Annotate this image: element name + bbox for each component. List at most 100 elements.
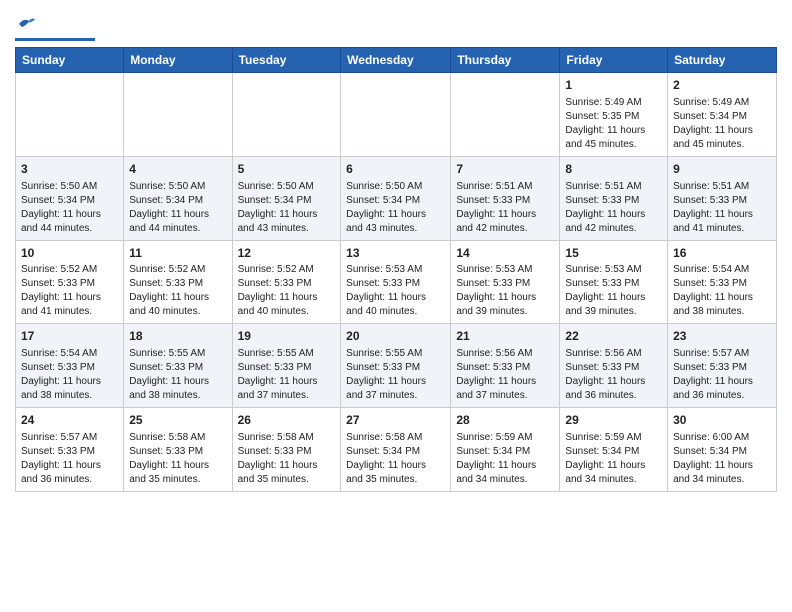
cell-content: Daylight: 11 hours and 36 minutes. (565, 375, 662, 403)
cell-content: Sunset: 5:33 PM (346, 277, 445, 291)
cell-content: Sunrise: 5:53 AM (565, 263, 662, 277)
cell-content: Daylight: 11 hours and 37 minutes. (456, 375, 554, 403)
weekday-header: Friday (560, 48, 668, 73)
cell-content: Sunset: 5:33 PM (673, 361, 771, 375)
calendar-cell (451, 73, 560, 157)
logo-underline (15, 38, 95, 41)
calendar-cell: 23 Sunrise: 5:57 AMSunset: 5:33 PMDayligh… (668, 324, 777, 408)
cell-content: Sunset: 5:33 PM (346, 361, 445, 375)
day-number: 25 (129, 412, 226, 429)
cell-content: Sunrise: 5:51 AM (565, 180, 662, 194)
cell-content: Sunset: 5:33 PM (565, 194, 662, 208)
calendar-cell: 29Sunrise: 5:59 AMSunset: 5:34 PMDayligh… (560, 408, 668, 492)
cell-content: Daylight: 11 hours and 44 minutes. (21, 208, 118, 236)
calendar-week-row: 24Sunrise: 5:57 AMSunset: 5:33 PMDayligh… (16, 408, 777, 492)
cell-content: Daylight: 11 hours and 37 minutes. (238, 375, 336, 403)
calendar-cell: 1Sunrise: 5:49 AMSunset: 5:35 PMDaylight… (560, 73, 668, 157)
cell-content: Sunset: 5:33 PM (238, 277, 336, 291)
cell-content: Sunset: 5:34 PM (129, 194, 226, 208)
cell-content: Sunset: 5:33 PM (21, 445, 118, 459)
day-number: 12 (238, 245, 336, 262)
cell-content: Sunrise: 5:58 AM (129, 431, 226, 445)
day-number: 11 (129, 245, 226, 262)
cell-content: Sunrise: 5:57 AM (673, 347, 771, 361)
day-number: 21 (456, 328, 554, 345)
cell-content: Daylight: 11 hours and 35 minutes. (129, 459, 226, 487)
calendar-cell: 17Sunrise: 5:54 AMSunset: 5:33 PMDayligh… (16, 324, 124, 408)
cell-content: Daylight: 11 hours and 43 minutes. (346, 208, 445, 236)
calendar-cell: 5Sunrise: 5:50 AMSunset: 5:34 PMDaylight… (232, 156, 341, 240)
cell-content: Sunset: 5:34 PM (346, 194, 445, 208)
calendar-cell (232, 73, 341, 157)
calendar-table: SundayMondayTuesdayWednesdayThursdayFrid… (15, 47, 777, 492)
cell-content: Sunset: 5:33 PM (129, 445, 226, 459)
cell-content: Sunrise: 5:52 AM (129, 263, 226, 277)
day-number: 23 (673, 328, 771, 345)
cell-content: Sunrise: 6:00 AM (673, 431, 771, 445)
cell-content: Sunrise: 5:53 AM (456, 263, 554, 277)
cell-content: Daylight: 11 hours and 41 minutes. (21, 291, 118, 319)
cell-content: Daylight: 11 hours and 36 minutes. (673, 375, 771, 403)
calendar-cell (341, 73, 451, 157)
day-number: 24 (21, 412, 118, 429)
cell-content: Daylight: 11 hours and 45 minutes. (565, 124, 662, 152)
cell-content: Sunrise: 5:55 AM (238, 347, 336, 361)
cell-content: Sunset: 5:34 PM (238, 194, 336, 208)
calendar-week-row: 3Sunrise: 5:50 AMSunset: 5:34 PMDaylight… (16, 156, 777, 240)
cell-content: Daylight: 11 hours and 39 minutes. (565, 291, 662, 319)
cell-content: Sunset: 5:33 PM (238, 445, 336, 459)
cell-content: Sunrise: 5:51 AM (673, 180, 771, 194)
day-number: 16 (673, 245, 771, 262)
cell-content: Sunset: 5:33 PM (21, 277, 118, 291)
calendar-cell: 12Sunrise: 5:52 AMSunset: 5:33 PMDayligh… (232, 240, 341, 324)
cell-content: Daylight: 11 hours and 41 minutes. (673, 208, 771, 236)
cell-content: Daylight: 11 hours and 38 minutes. (673, 291, 771, 319)
logo (15, 14, 95, 41)
cell-content: Daylight: 11 hours and 40 minutes. (346, 291, 445, 319)
calendar-cell (124, 73, 232, 157)
cell-content: Sunset: 5:33 PM (129, 361, 226, 375)
cell-content: Sunset: 5:33 PM (565, 277, 662, 291)
cell-content: Sunset: 5:34 PM (21, 194, 118, 208)
calendar-cell: 18Sunrise: 5:55 AMSunset: 5:33 PMDayligh… (124, 324, 232, 408)
cell-content: Sunrise: 5:55 AM (346, 347, 445, 361)
cell-content: Sunrise: 5:52 AM (21, 263, 118, 277)
cell-content: Sunset: 5:34 PM (565, 445, 662, 459)
cell-content: Sunset: 5:33 PM (565, 361, 662, 375)
calendar-cell: 2Sunrise: 5:49 AMSunset: 5:34 PMDaylight… (668, 73, 777, 157)
calendar-cell: 15Sunrise: 5:53 AMSunset: 5:33 PMDayligh… (560, 240, 668, 324)
weekday-header: Saturday (668, 48, 777, 73)
day-number: 28 (456, 412, 554, 429)
calendar-cell: 7Sunrise: 5:51 AMSunset: 5:33 PMDaylight… (451, 156, 560, 240)
cell-content: Daylight: 11 hours and 44 minutes. (129, 208, 226, 236)
calendar-cell: 8Sunrise: 5:51 AMSunset: 5:33 PMDaylight… (560, 156, 668, 240)
day-number: 9 (673, 161, 771, 178)
cell-content: Sunset: 5:34 PM (673, 445, 771, 459)
day-number: 13 (346, 245, 445, 262)
cell-content: Daylight: 11 hours and 35 minutes. (346, 459, 445, 487)
cell-content: Daylight: 11 hours and 36 minutes. (21, 459, 118, 487)
cell-content: Sunrise: 5:53 AM (346, 263, 445, 277)
cell-content: Daylight: 11 hours and 35 minutes. (238, 459, 336, 487)
calendar-cell: 30Sunrise: 6:00 AMSunset: 5:34 PMDayligh… (668, 408, 777, 492)
calendar-cell: 20Sunrise: 5:55 AMSunset: 5:33 PMDayligh… (341, 324, 451, 408)
day-number: 18 (129, 328, 226, 345)
cell-content: Sunset: 5:34 PM (346, 445, 445, 459)
page-header (15, 10, 777, 41)
cell-content: Sunset: 5:33 PM (673, 277, 771, 291)
cell-content: Sunrise: 5:50 AM (346, 180, 445, 194)
cell-content: Daylight: 11 hours and 38 minutes. (129, 375, 226, 403)
day-number: 8 (565, 161, 662, 178)
day-number: 10 (21, 245, 118, 262)
cell-content: Sunrise: 5:57 AM (21, 431, 118, 445)
day-number: 2 (673, 77, 771, 94)
day-number: 1 (565, 77, 662, 94)
day-number: 29 (565, 412, 662, 429)
cell-content: Sunset: 5:33 PM (456, 194, 554, 208)
cell-content: Sunrise: 5:50 AM (21, 180, 118, 194)
day-number: 7 (456, 161, 554, 178)
cell-content: Sunrise: 5:56 AM (456, 347, 554, 361)
day-number: 3 (21, 161, 118, 178)
day-number: 6 (346, 161, 445, 178)
calendar-cell: 11Sunrise: 5:52 AMSunset: 5:33 PMDayligh… (124, 240, 232, 324)
